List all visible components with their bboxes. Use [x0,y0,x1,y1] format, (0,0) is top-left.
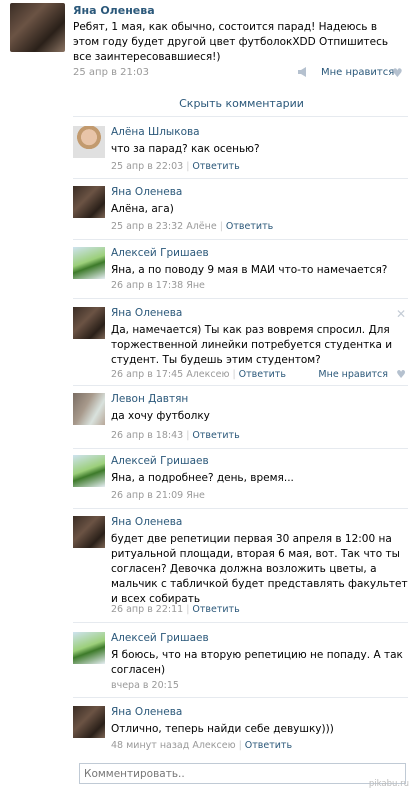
comment-time[interactable]: 26 апр в 18:43 [111,430,183,441]
comment-meta: вчера в 20:15 [111,680,179,691]
comment-like-button[interactable]: Мне нравится [318,369,388,380]
comment-meta: 26 апр в 17:38 Яне [111,280,205,291]
heart-icon[interactable]: ♥ [396,368,406,381]
close-icon[interactable]: ✕ [396,307,406,321]
comment-author[interactable]: Алёна Шлыкова [111,126,200,138]
reply-to[interactable]: Яне [186,490,205,501]
reply-link[interactable]: Ответить [226,221,273,232]
divider [73,697,408,698]
comment-text: Алёна, ага) [111,203,174,215]
comment: Алёна Шлыкова что за парад? как осенью? … [73,124,408,179]
comment: Алексей Гришаев Я боюсь, что на вторую р… [73,630,408,698]
comment: Яна Оленева Отлично, теперь найди себе д… [73,704,408,756]
comment-meta: 48 минут назад Алексею | Ответить [111,740,293,751]
comment-input[interactable] [80,764,405,783]
divider [73,508,408,509]
megaphone-icon[interactable] [297,67,309,77]
reply-link[interactable]: Ответить [192,430,239,441]
hide-comments-link[interactable]: Скрыть комментарии [0,97,413,110]
comment-time[interactable]: 48 минут назад [111,740,189,751]
reply-to[interactable]: Алёне [186,221,216,232]
comment-text: Яна, а по поводу 9 мая в МАИ что-то наме… [111,264,388,276]
comment-author[interactable]: Яна Оленева [111,307,182,319]
post-text: Ребят, 1 мая, как обычно, состоится пара… [73,21,389,63]
avatar[interactable] [73,706,105,738]
comment-time[interactable]: 26 апр в 22:11 [111,604,183,615]
comment: Алексей Гришаев Яна, а подробнее? день, … [73,453,408,509]
avatar[interactable] [73,632,105,664]
heart-icon[interactable]: ♥ [392,66,403,80]
avatar[interactable] [73,307,105,339]
comment-time[interactable]: 25 апр в 23:32 [111,221,183,232]
watermark: pikabu.ru [368,779,409,789]
divider [73,239,408,240]
comment: Яна Оленева Алёна, ага) 25 апр в 23:32 А… [73,184,408,240]
comment-meta: 25 апр в 22:03 | Ответить [111,161,240,172]
comment-input-box[interactable] [79,763,406,784]
reply-to[interactable]: Алексею [192,740,235,751]
comment: Яна Оленева будет две репетиции первая 3… [73,514,408,624]
avatar[interactable] [73,516,105,548]
comment-author[interactable]: Яна Оленева [111,516,182,528]
post: Яна Оленева Ребят, 1 мая, как обычно, со… [0,0,413,90]
divider [73,116,408,117]
comment-author[interactable]: Алексей Гришаев [111,247,209,259]
comment-author[interactable]: Яна Оленева [111,186,182,198]
comment-author[interactable]: Алексей Гришаев [111,632,209,644]
avatar[interactable] [73,455,105,487]
comment: Яна Оленева ✕ Да, намечается) Ты как раз… [73,305,408,386]
comment-text: Я боюсь, что на вторую репетицию не попа… [111,649,403,676]
comment-time[interactable]: 26 апр в 17:45 [111,369,183,380]
comment-text: Яна, а подробнее? день, время... [111,472,294,484]
comment-meta: 26 апр в 21:09 Яне [111,490,205,501]
reply-link[interactable]: Ответить [239,369,286,380]
comment-author[interactable]: Левон Давтян [111,393,188,405]
reply-to[interactable]: Алексею [186,369,229,380]
comment-text: Отлично, теперь найди себе девушку))) [111,723,334,735]
reply-to[interactable]: Яне [186,280,205,291]
divider [73,178,408,179]
comment-meta: 26 апр в 22:11 | Ответить [111,604,240,615]
comment-text: что за парад? как осенью? [111,143,260,155]
comment-meta: 26 апр в 18:43 | Ответить [111,430,240,441]
comment-author[interactable]: Алексей Гришаев [111,455,209,467]
reply-link[interactable]: Ответить [192,161,239,172]
comment-time[interactable]: 26 апр в 21:09 [111,490,183,501]
comment-text: Да, намечается) Ты как раз вовремя спрос… [111,324,393,366]
comment-author[interactable]: Яна Оленева [111,706,182,718]
avatar[interactable] [73,247,105,279]
comment-time[interactable]: 26 апр в 17:38 [111,280,183,291]
post-like-button[interactable]: Мне нравится [321,67,394,78]
post-time[interactable]: 25 апр в 21:03 [73,67,149,78]
comment-text: будет две репетиции первая 30 апреля в 1… [111,533,408,605]
comment-meta: 26 апр в 17:45 Алексею | Ответить [111,369,286,380]
comment-time[interactable]: 25 апр в 22:03 [111,161,183,172]
comment: Алексей Гришаев Яна, а по поводу 9 мая в… [73,245,408,299]
avatar[interactable] [73,186,105,218]
reply-link[interactable]: Ответить [245,740,292,751]
avatar[interactable] [73,126,105,158]
post-author-name[interactable]: Яна Оленева [73,4,155,17]
avatar[interactable] [73,393,105,425]
comment: Левон Давтян да хочу футболку 26 апр в 1… [73,391,408,449]
reply-link[interactable]: Ответить [192,604,239,615]
divider [73,448,408,449]
divider [73,385,408,386]
divider [73,298,408,299]
comment-meta: 25 апр в 23:32 Алёне | Ответить [111,221,274,232]
comment-time[interactable]: вчера в 20:15 [111,680,179,691]
divider [73,622,408,623]
post-author-avatar[interactable] [10,3,65,52]
comment-text: да хочу футболку [111,410,210,422]
